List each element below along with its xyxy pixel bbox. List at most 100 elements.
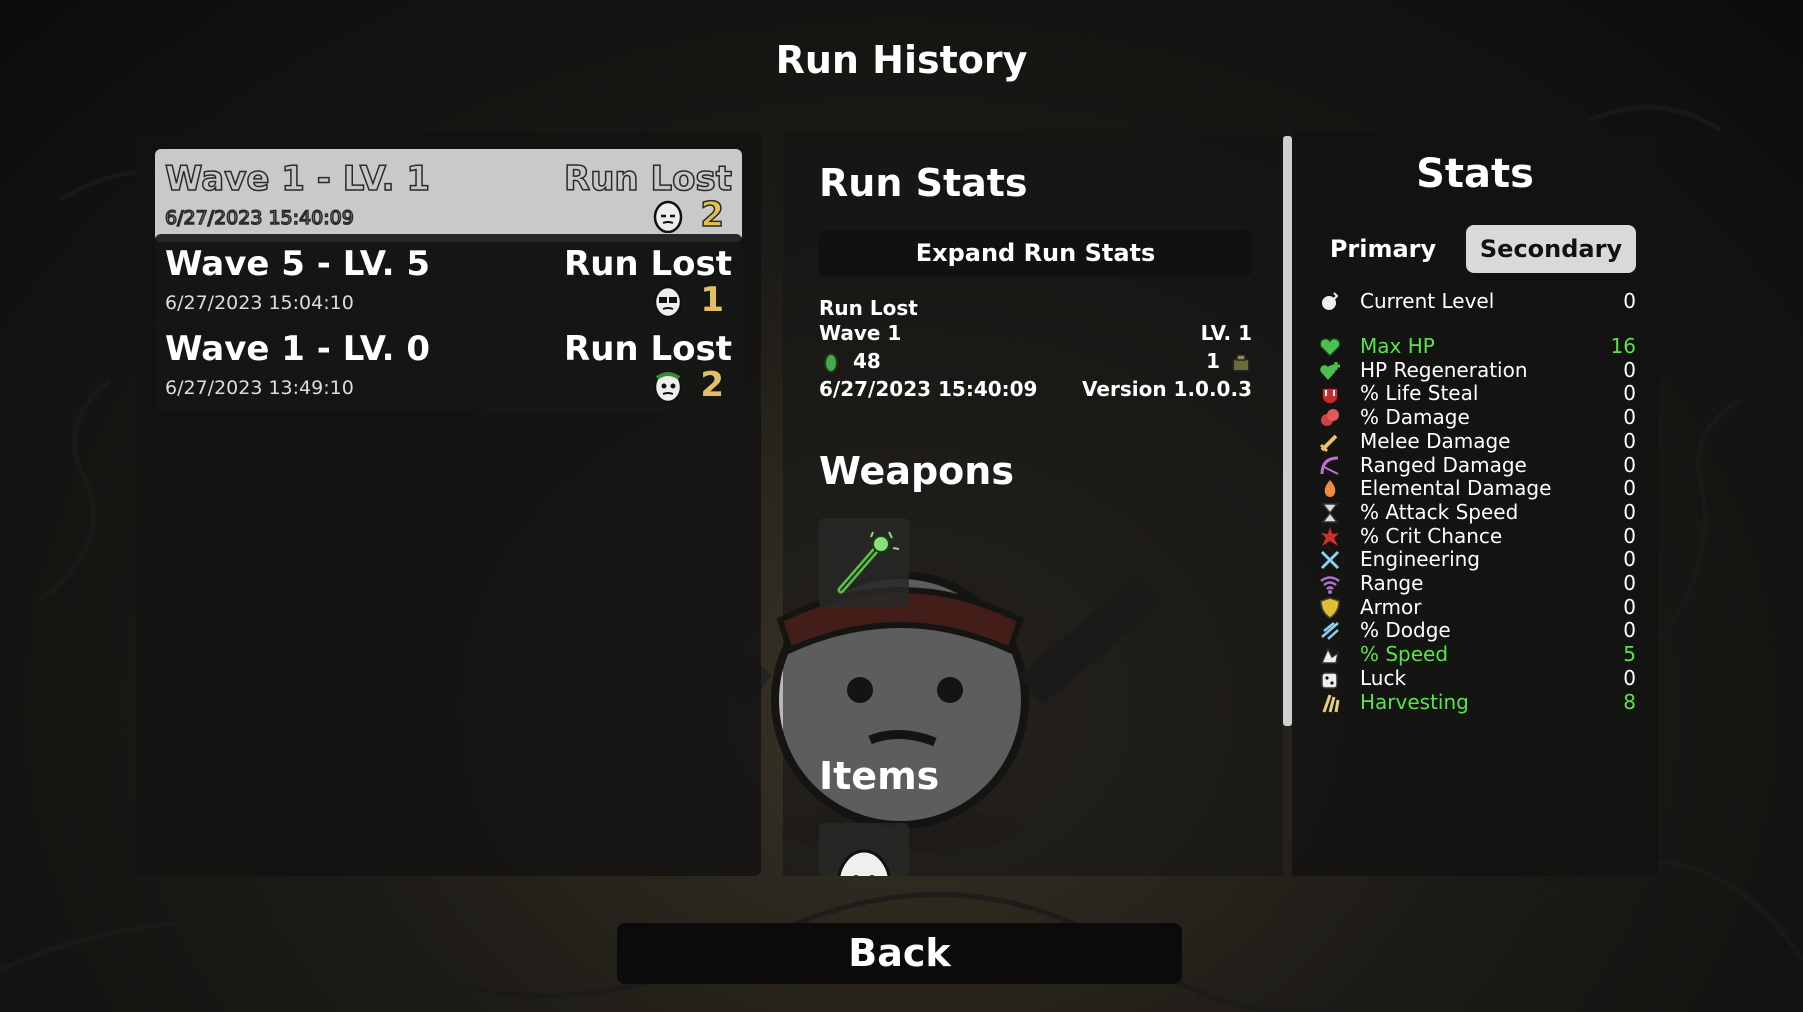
run-result-text: Run Lost <box>819 296 918 320</box>
run-wave-text: Wave 1 <box>819 321 902 345</box>
level-icon <box>1320 292 1339 312</box>
stat-name: % Life Steal <box>1360 381 1479 406</box>
stat-name: Luck <box>1360 665 1407 690</box>
magic-wand-weapon-icon <box>837 531 900 594</box>
stat-name: % Speed <box>1360 642 1449 667</box>
stat-value: 0 <box>1623 571 1636 595</box>
run-history-list: Wave 1 - LV. 1 Run Lost 6/27/2023 15:40:… <box>136 131 761 876</box>
run-result: Run Lost <box>563 158 732 200</box>
stat-value: 0 <box>1623 357 1636 382</box>
crate-icon <box>1232 354 1250 372</box>
weapons-heading: Weapons <box>819 449 1014 493</box>
weapon-slot[interactable] <box>819 518 909 608</box>
luck-icon <box>1321 672 1338 689</box>
stat-value: 5 <box>1623 642 1636 667</box>
run-date: 6/27/2023 13:49:10 <box>165 377 354 399</box>
run-date: 6/27/2023 15:40:09 <box>164 206 354 230</box>
stat-name: % Crit Chance <box>1360 523 1503 548</box>
stat-row-elemental: Elemental Damage 0 <box>1318 476 1636 502</box>
stat-row-regen: HP Regeneration 0 <box>1318 358 1636 384</box>
stat-name: % Dodge <box>1360 618 1451 643</box>
heart-icon <box>1319 337 1341 358</box>
stat-name: Range <box>1360 571 1424 595</box>
run-result: Run Lost <box>564 329 732 369</box>
stat-row-ranged: Ranged Damage 0 <box>1318 453 1636 479</box>
stat-row-heart: Max HP 16 <box>1318 334 1636 360</box>
stat-name: % Attack Speed <box>1360 499 1519 524</box>
stat-name: Harvesting <box>1360 689 1469 714</box>
danger-level: 1 <box>700 280 724 320</box>
stat-row-harvesting: Harvesting 8 <box>1318 690 1636 716</box>
run-date-text: 6/27/2023 15:40:09 <box>819 377 1038 401</box>
ranged-icon <box>1320 456 1339 475</box>
engineering-icon <box>1320 551 1340 570</box>
life-steal-icon <box>1321 387 1339 406</box>
expand-run-stats-button[interactable]: Expand Run Stats <box>819 230 1252 276</box>
tab-primary[interactable]: Primary <box>1312 225 1454 273</box>
run-entry-1[interactable]: Wave 1 - LV. 1 Run Lost 6/27/2023 15:40:… <box>155 149 742 242</box>
run-wave-label: Wave 1 - LV. 0 <box>165 329 431 369</box>
run-entry-3[interactable]: Wave 1 - LV. 0 Run Lost 6/27/2023 13:49:… <box>155 319 742 412</box>
stat-name: Elemental Damage <box>1360 476 1552 501</box>
page-title: Run History <box>775 38 1028 82</box>
stat-row-luck: Luck 0 <box>1318 666 1636 692</box>
crit-icon <box>1321 526 1339 546</box>
stat-row-damage: % Damage 0 <box>1318 405 1636 431</box>
stat-value: 0 <box>1623 594 1636 619</box>
stat-row-melee: Melee Damage 0 <box>1318 429 1636 455</box>
stat-name: Melee Damage <box>1360 428 1511 453</box>
stat-value: 0 <box>1623 665 1636 690</box>
stat-value: 0 <box>1623 381 1636 406</box>
stat-value: 0 <box>1623 428 1636 453</box>
potato-item-icon <box>837 849 891 876</box>
run-date: 6/27/2023 15:04:10 <box>165 292 354 314</box>
back-button[interactable]: Back <box>617 923 1182 984</box>
stat-value: 16 <box>1610 334 1636 358</box>
run-result: Run Lost <box>564 244 732 284</box>
stat-name: Max HP <box>1360 334 1435 358</box>
stat-value: 0 <box>1623 452 1636 477</box>
run-detail-panel: Run Stats Expand Run Stats Run Lost Wave… <box>783 131 1283 876</box>
run-wave-label: Wave 1 - LV. 1 <box>164 158 431 200</box>
potato-character-icon <box>653 285 683 318</box>
stat-value: 0 <box>1623 618 1636 643</box>
stat-row-current-level: Current Level 0 <box>1318 289 1636 315</box>
run-entry-2[interactable]: Wave 5 - LV. 5 Run Lost 6/27/2023 15:04:… <box>155 234 742 327</box>
elemental-icon <box>1324 480 1336 498</box>
armor-icon <box>1320 596 1340 619</box>
danger-level: 2 <box>700 194 725 236</box>
run-level-text: LV. 1 <box>1200 321 1252 345</box>
potato-character-icon <box>653 200 683 233</box>
materials-count: 48 <box>853 349 881 373</box>
regen-icon <box>1320 361 1340 380</box>
harvesting-icon <box>1322 694 1340 712</box>
stat-row-dodge: % Dodge 0 <box>1318 618 1636 644</box>
item-slot[interactable] <box>819 823 909 876</box>
stat-value: 0 <box>1623 499 1636 524</box>
damage-icon <box>1321 409 1339 427</box>
range-icon <box>1320 576 1340 594</box>
stat-name: % Damage <box>1360 405 1470 430</box>
stat-value: 0 <box>1623 476 1636 501</box>
stat-value: 0 <box>1623 547 1636 572</box>
run-wave-label: Wave 5 - LV. 5 <box>165 244 431 284</box>
game-version: Version 1.0.0.3 <box>1082 377 1252 401</box>
stat-row-engineering: Engineering 0 <box>1318 547 1636 573</box>
stat-row-range: Range 0 <box>1318 571 1636 597</box>
stat-name: HP Regeneration <box>1360 357 1528 382</box>
stat-value: 0 <box>1623 289 1636 313</box>
stat-name: Current Level <box>1360 289 1495 313</box>
scrollbar[interactable] <box>1283 136 1292 726</box>
stat-row-crit: % Crit Chance 0 <box>1318 524 1636 550</box>
attack-speed-icon <box>1321 503 1339 523</box>
stat-row-armor: Armor 0 <box>1318 595 1636 621</box>
stat-name: Ranged Damage <box>1360 452 1527 477</box>
stat-name: Engineering <box>1360 547 1480 572</box>
run-stats-heading: Run Stats <box>819 161 1028 205</box>
danger-level: 2 <box>700 365 724 405</box>
stat-value: 8 <box>1623 689 1636 714</box>
crates-count: 1 <box>1206 349 1220 373</box>
stat-name: Armor <box>1360 594 1422 619</box>
tab-secondary[interactable]: Secondary <box>1466 225 1636 273</box>
dodge-icon <box>1321 622 1339 641</box>
